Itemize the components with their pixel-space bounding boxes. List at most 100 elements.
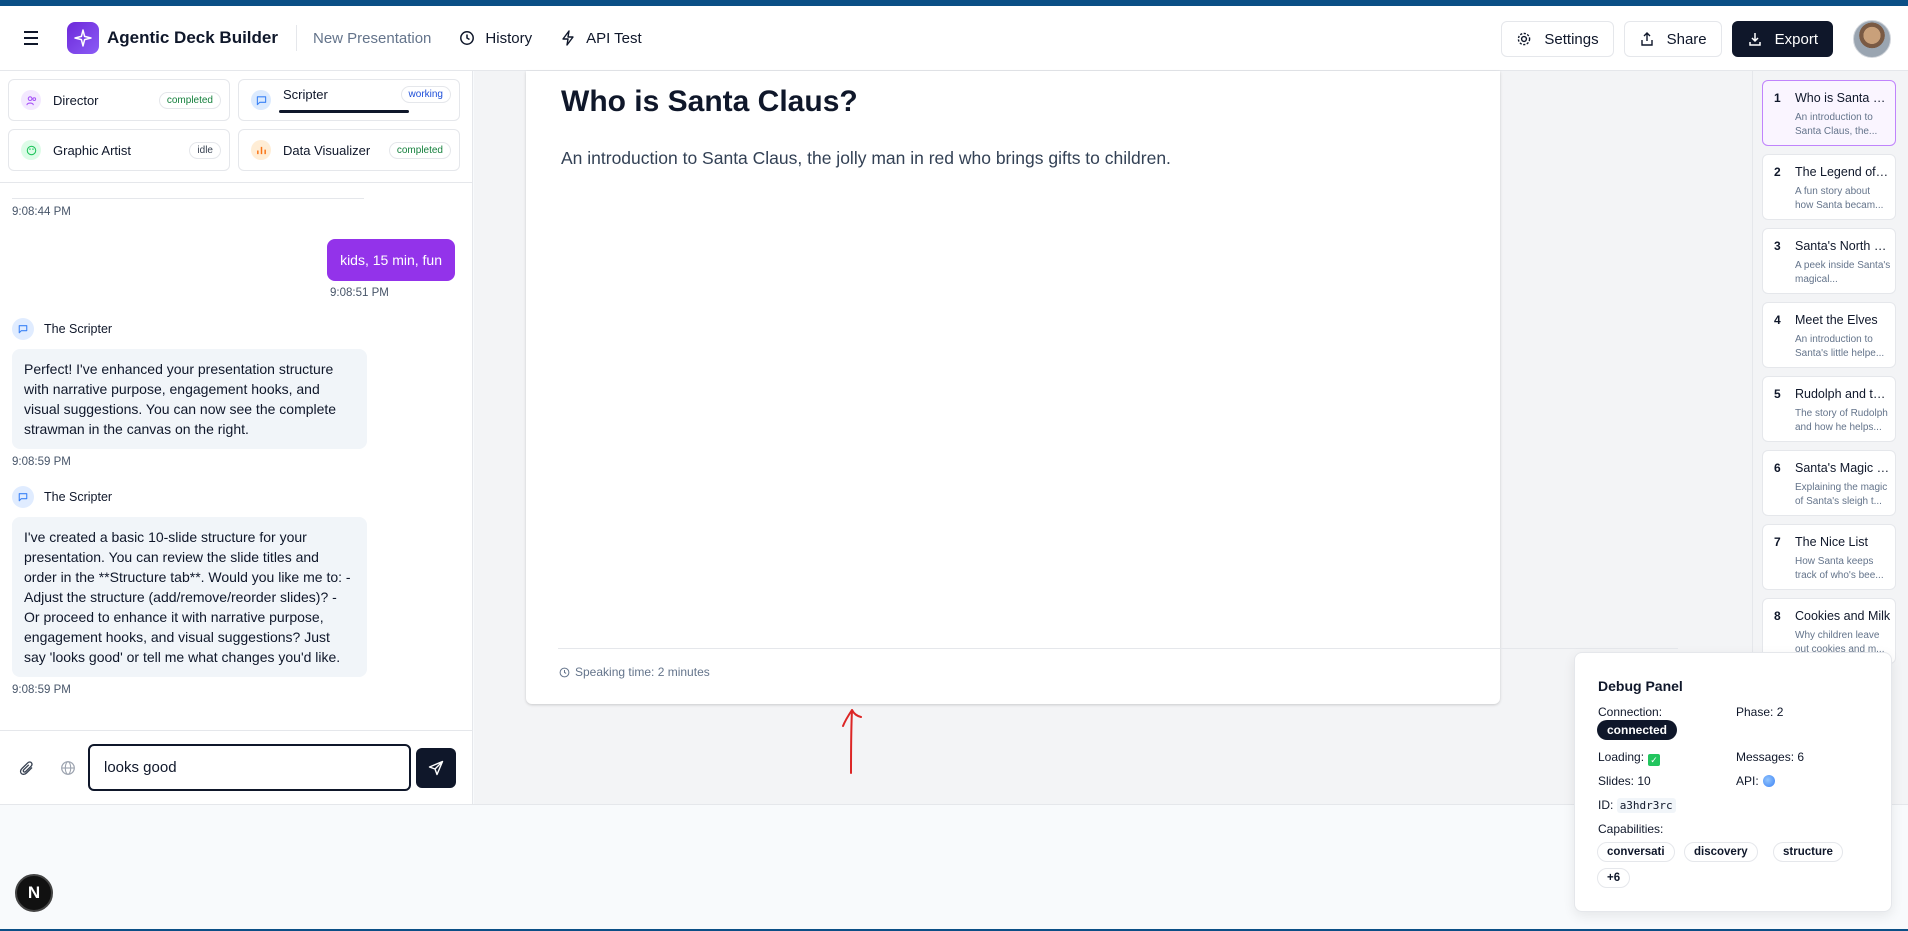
session-id: a3hdr3rc [1616,798,1676,813]
id-row: ID: a3hdr3rc [1598,798,1676,813]
user-avatar[interactable] [1853,20,1891,58]
share-button[interactable]: Share [1623,21,1722,57]
slide-thumbnail[interactable]: 6 Santa's Magic Sleigh Explaining the ma… [1762,450,1896,516]
slide-preview[interactable]: Who is Santa Claus? An introduction to S… [526,71,1678,704]
chat-input[interactable] [88,744,411,791]
slides-count: Slides: 10 [1598,774,1651,788]
web-search-toggle[interactable] [57,757,79,779]
presentation-name[interactable]: New Presentation [313,30,431,47]
paperclip-icon [19,761,33,775]
app-title: Agentic Deck Builder [107,28,278,47]
menu-icon [24,31,38,45]
slide-thumbnail[interactable]: 1 Who is Santa Claus? An introduction to… [1762,80,1896,146]
chat-messages[interactable]: 9:08:44 PM kids, 15 min, fun 9:08:51 PM … [0,184,472,729]
slide-footer-divider [558,648,1678,649]
status-badge: working [400,85,451,103]
sender-name: The Scripter [44,322,113,336]
debug-panel-title: Debug Panel [1598,678,1683,694]
history-label: History [485,29,533,47]
capability-chip: conversati [1597,842,1675,862]
capability-chip: structure [1773,842,1843,862]
agent-message-bubble: I've created a basic 10-slide structure … [12,517,367,677]
connection-status-badge: connected [1597,720,1678,740]
agent-card-scripter[interactable]: Scripter working [238,79,460,121]
speaking-time: Speaking time: 2 minutes [559,665,710,679]
loading-row: Loading: ✓ [1598,750,1661,766]
nextjs-dev-badge[interactable]: N [15,874,53,912]
agent-card-director[interactable]: Director completed [8,79,230,121]
slide-thumbnail[interactable]: 2 The Legend of Santa A fun story about … [1762,154,1896,220]
status-badge: completed [158,91,221,109]
message-square-icon [12,318,34,340]
agent-card-data-visualizer[interactable]: Data Visualizer completed [238,129,460,171]
message-sender: The Scripter [12,486,112,508]
slide-thumbnail-title: Cookies and Milk [1795,609,1891,623]
export-button[interactable]: Export [1731,21,1833,57]
agent-status-grid: Director completed Scripter working Grap… [0,71,472,183]
slide-thumbnail-title: Who is Santa Claus? [1795,91,1891,105]
check-icon: ✓ [1648,754,1661,766]
chat-divider [12,198,364,199]
slide-thumbnail-desc: An introduction to Santa's little helpe.… [1795,334,1885,359]
slide-thumbnail-title: Meet the Elves [1795,313,1878,327]
message-timestamp: 9:08:51 PM [330,287,389,299]
message-timestamp: 9:08:59 PM [12,684,71,696]
header-divider [296,25,297,51]
slide-number: 6 [1774,461,1781,475]
phase-value: Phase: 2 [1736,705,1784,719]
id-label: ID: [1598,798,1614,812]
connection-label: Connection: [1598,705,1663,719]
slide-thumbnail-desc: Explaining the magic of Santa's sleigh t… [1795,482,1888,507]
history-button[interactable]: History [459,30,532,47]
zap-icon [562,30,574,46]
slide-thumbnail-title: Rudolph and the Reindeer [1795,387,1891,401]
message-timestamp: 9:08:59 PM [12,456,71,468]
sparkles-icon [74,29,92,47]
api-test-button[interactable]: API Test [560,30,642,47]
slide-thumbnail[interactable]: 7 The Nice List How Santa keeps track of… [1762,524,1896,590]
slide-thumbnail-title: Santa's Magic Sleigh [1795,461,1891,475]
capability-chip: +6 [1597,868,1631,888]
send-icon [428,760,444,776]
slide-thumbnail[interactable]: 5 Rudolph and the Reindeer The story of … [1762,376,1896,442]
api-label: API: [1736,774,1759,788]
share-label: Share [1666,30,1707,48]
message-square-icon [12,486,34,508]
api-row: API: [1736,774,1775,788]
status-badge: completed [388,141,451,159]
agent-name: Data Visualizer [283,142,371,158]
slide-thumbnail-title: The Nice List [1795,535,1868,549]
attach-button[interactable] [16,757,38,779]
slide-thumbnail-desc: A fun story about how Santa becam... [1795,186,1884,211]
agent-name: Scripter [283,86,328,102]
status-badge: idle [189,141,221,159]
settings-label: Settings [1544,30,1599,48]
message-sender: The Scripter [12,318,112,340]
messages-count: Messages: 6 [1736,750,1805,764]
globe-icon [61,761,75,775]
user-message-bubble: kids, 15 min, fun [327,239,455,281]
slide-thumbnail[interactable]: 3 Santa's North Pole A peek inside Santa… [1762,228,1896,294]
slide-number: 8 [1774,609,1781,623]
left-panel: Director completed Scripter working Grap… [0,71,473,804]
users-icon [21,90,41,110]
sender-name: The Scripter [44,490,113,504]
palette-icon [21,140,41,160]
agent-card-graphic-artist[interactable]: Graphic Artist idle [8,129,230,171]
slide-thumbnail[interactable]: 4 Meet the Elves An introduction to Sant… [1762,302,1896,368]
app-header: Agentic Deck Builder New Presentation Hi… [0,6,1908,71]
message-timestamp: 9:08:44 PM [12,206,71,218]
send-button[interactable] [416,748,456,788]
menu-button[interactable] [9,14,57,62]
red-arrow-annotation [842,709,862,774]
loading-label: Loading: [1598,750,1645,764]
agent-name: Director [53,92,99,108]
slide-thumbnail-desc: An introduction to Santa Claus, the... [1795,112,1878,137]
agent-name: Graphic Artist [53,142,132,158]
clock-icon [559,667,570,677]
message-square-icon [251,90,271,110]
api-test-label: API Test [586,29,642,47]
export-label: Export [1774,30,1818,48]
settings-button[interactable]: Settings [1501,21,1614,57]
globe-icon [1762,775,1775,787]
